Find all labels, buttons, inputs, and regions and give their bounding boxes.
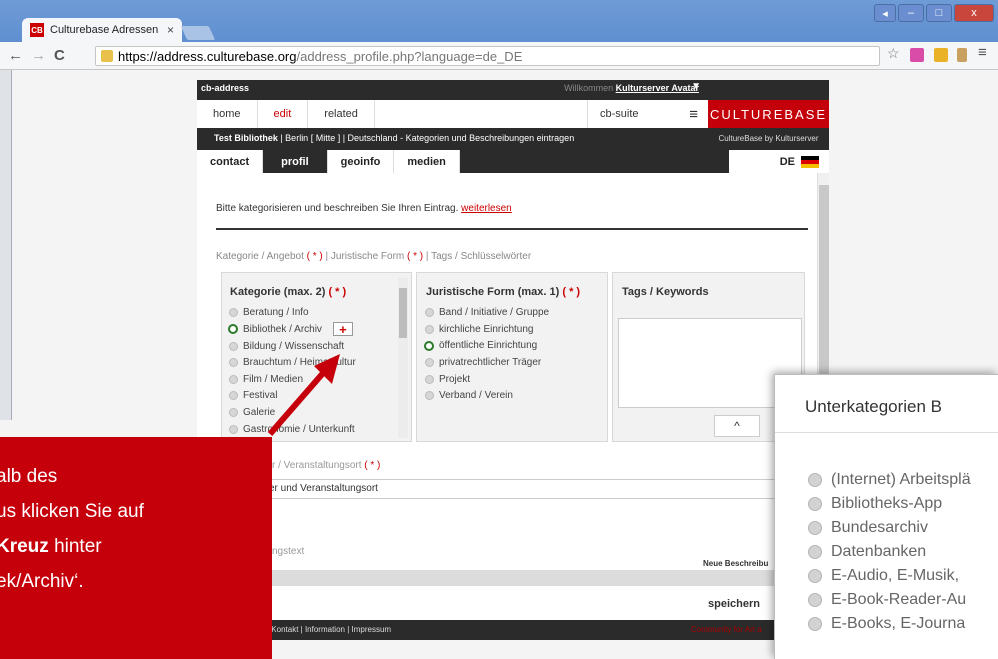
juristisch-option[interactable]: Band / Initiative / Gruppe — [425, 307, 549, 318]
veranstalter-label: r / Veranstaltungsort ( * ) — [272, 460, 381, 471]
tab-geoinfo[interactable]: geoinfo — [327, 150, 395, 173]
veranstalter-select[interactable]: er und Veranstaltungsort — [216, 479, 776, 499]
add-subcategory-button[interactable]: + — [332, 322, 353, 337]
suite-label: cb-suite — [600, 108, 639, 120]
site-footer: | Kontakt | Information | Impressum Comm… — [197, 620, 829, 640]
brand-subtitle: CultureBase by Kulturserver — [718, 134, 819, 143]
reload-icon[interactable]: C — [54, 47, 65, 64]
subcategory-option[interactable]: Bibliotheks-App — [808, 495, 942, 513]
kategorie-scrollbar[interactable] — [398, 278, 408, 438]
subcategory-option[interactable]: E-Book-Reader-Au — [808, 591, 966, 609]
separator-bar — [197, 570, 817, 586]
footer-links[interactable]: | Kontakt | Information | Impressum — [267, 625, 391, 634]
divider — [216, 228, 808, 230]
nav-edit[interactable]: edit — [258, 100, 309, 128]
nav-related[interactable]: related — [308, 100, 375, 128]
cb-suite-menu[interactable]: cb-suite ≡ — [587, 100, 708, 128]
maximize-button[interactable]: □ — [926, 4, 952, 22]
main-nav: home edit related cb-suite ≡ — [197, 100, 708, 128]
new-tab-button[interactable] — [180, 26, 216, 40]
kategorie-option-selected[interactable]: Bibliothek / Archiv + — [228, 322, 353, 337]
subcategory-option[interactable]: E-Audio, E-Musik, — [808, 567, 959, 585]
close-window-button[interactable]: x — [954, 4, 994, 22]
kategorie-option[interactable]: Beratung / Info — [229, 307, 309, 318]
minimize-button[interactable]: – — [898, 4, 924, 22]
url-path: /address_profile.php?language=de_DE — [296, 48, 523, 64]
extension-icon[interactable] — [934, 48, 948, 62]
subcategory-dialog: Unterkategorien B (Internet) Arbeitsplä … — [774, 374, 998, 659]
radio-button-selected[interactable] — [228, 324, 238, 334]
instruction-callout: alb des us klicken Sie auf Kreuz hinter … — [0, 437, 272, 659]
dialog-title: Unterkategorien B — [805, 397, 943, 416]
site-topbar: cb-address Willkommen Kulturserver Avata… — [197, 80, 829, 97]
window-controls: ◂ – □ x — [874, 4, 994, 22]
tab-medien[interactable]: medien — [394, 150, 460, 173]
hamburger-icon[interactable]: ≡ — [689, 106, 698, 123]
welcome-text: Willkommen Kulturserver Avatar — [564, 83, 699, 93]
juristisch-option[interactable]: Verband / Verein — [425, 390, 513, 401]
address-bar-row: ← → C https://address.culturebase.org/ad… — [0, 42, 998, 70]
red-arrow-annotation — [267, 354, 340, 436]
new-description-label[interactable]: Neue Beschreibu — [703, 559, 768, 568]
tab-profil[interactable]: profil — [263, 150, 328, 173]
back-icon[interactable]: ← — [8, 47, 23, 64]
callout-line: ek/Archiv‘. — [0, 571, 84, 592]
section-label: Kategorie / Angebot ( * ) | Juristische … — [216, 251, 532, 262]
forward-icon[interactable]: → — [31, 47, 46, 64]
background-window — [0, 70, 12, 420]
tab-contact[interactable]: contact — [197, 150, 264, 173]
move-up-button[interactable]: ^ — [714, 415, 760, 437]
browser-tab[interactable]: CB Culturebase Adressen × — [22, 18, 182, 42]
kategorie-title: Kategorie (max. 2) ( * ) — [230, 286, 347, 298]
callout-line: alb des — [0, 466, 58, 487]
language-switch[interactable]: DE — [729, 150, 829, 173]
nav-home[interactable]: home — [197, 100, 258, 128]
callout-line: us klicken Sie auf — [0, 501, 144, 522]
favicon-icon: CB — [30, 23, 44, 37]
tags-title: Tags / Keywords — [622, 286, 709, 298]
bookmark-star-icon[interactable]: ☆ — [887, 45, 901, 61]
intro-text: Bitte kategorisieren und beschreiben Sie… — [216, 203, 512, 214]
subcategory-option[interactable]: Bundesarchiv — [808, 519, 928, 537]
window-extra-button[interactable]: ◂ — [874, 4, 896, 22]
juristische-form-title: Juristische Form (max. 1) ( * ) — [426, 286, 581, 298]
breadcrumb: Test Bibliothek | Berlin [ Mitte ] | Deu… — [214, 133, 575, 143]
subcategory-option[interactable]: Datenbanken — [808, 543, 926, 561]
flag-de-icon — [801, 155, 819, 168]
juristisch-option-selected[interactable]: öffentliche Einrichtung — [424, 340, 537, 351]
url-input[interactable]: https://address.culturebase.org/address_… — [95, 46, 880, 66]
extension-icon[interactable] — [957, 48, 967, 62]
subcategory-option[interactable]: E-Books, E-Journa — [808, 615, 965, 633]
footer-community: Community for Art a — [691, 625, 762, 634]
tab-title: Culturebase Adressen — [50, 24, 159, 36]
user-link[interactable]: Kulturserver Avatar — [616, 83, 699, 93]
browser-menu-icon[interactable]: ≡ — [978, 44, 992, 61]
radio-button[interactable] — [229, 308, 238, 317]
juristisch-option[interactable]: privatrechtlicher Träger — [425, 357, 541, 368]
browser-titlebar: CB Culturebase Adressen × ◂ – □ x — [0, 0, 998, 42]
tab-close-icon[interactable]: × — [167, 23, 174, 37]
beschreibung-label: ngstext — [272, 546, 305, 557]
extension-icon[interactable] — [910, 48, 924, 62]
save-button[interactable]: speichern — [708, 598, 760, 610]
url-host: https://address.culturebase.org — [118, 48, 297, 64]
profile-tabs: contact profil geoinfo medien DE — [197, 150, 829, 173]
juristisch-option[interactable]: Projekt — [425, 374, 470, 385]
subcategory-option[interactable]: (Internet) Arbeitsplä — [808, 471, 971, 489]
user-menu-caret-icon[interactable]: ▼ — [691, 81, 701, 92]
app-name: cb-address — [201, 83, 250, 93]
juristisch-option[interactable]: kirchliche Einrichtung — [425, 324, 534, 335]
lock-icon — [101, 50, 113, 62]
callout-line: Kreuz hinter — [0, 536, 102, 557]
brand-logo: CULTUREBASE — [708, 100, 829, 128]
read-more-link[interactable]: weiterlesen — [461, 203, 512, 214]
